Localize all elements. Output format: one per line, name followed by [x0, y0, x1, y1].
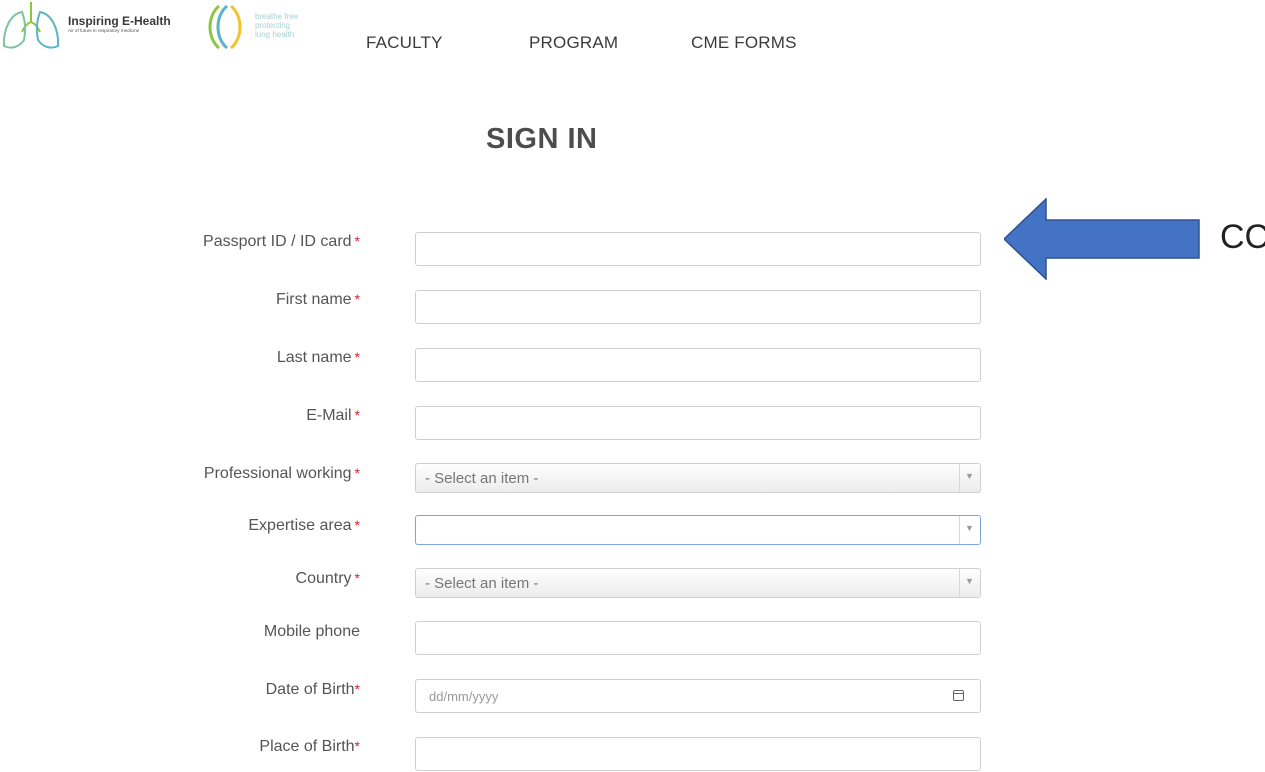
label-email: E-Mail *	[306, 407, 360, 424]
first-name-input[interactable]	[415, 290, 981, 324]
expertise-area-select[interactable]: ▼	[415, 515, 981, 545]
mobile-phone-input[interactable]	[415, 621, 981, 655]
country-select[interactable]: - Select an item - ▼	[415, 568, 981, 598]
chevron-down-icon: ▼	[965, 523, 974, 533]
nav-program[interactable]: PROGRAM	[529, 33, 618, 53]
date-of-birth-input[interactable]: dd/mm/yyyy	[415, 679, 981, 713]
brand[interactable]: Inspiring E-Health Air of future in resp…	[68, 15, 171, 34]
brand-tagline: Air of future in respiratory medicine	[68, 28, 140, 33]
nav-faculty[interactable]: FACULTY	[366, 33, 443, 53]
nav-cme-forms[interactable]: CME FORMS	[691, 33, 797, 53]
partner-text: breathe free protecting lung health	[255, 12, 299, 39]
chevron-down-icon: ▼	[965, 576, 974, 586]
professional-working-value: - Select an item -	[425, 470, 539, 487]
date-placeholder: dd/mm/yyyy	[429, 689, 499, 704]
lungs-logo-icon	[2, 2, 60, 49]
label-place-of-birth: Place of Birth*	[259, 738, 360, 755]
partner-logo-icon	[208, 4, 242, 50]
dropdown-arrow[interactable]: ▼	[959, 464, 980, 492]
professional-working-select[interactable]: - Select an item - ▼	[415, 463, 981, 493]
label-last-name: Last name *	[276, 349, 360, 366]
label-date-of-birth: Date of Birth*	[265, 681, 360, 698]
email-input[interactable]	[415, 406, 981, 440]
label-expertise-area: Expertise area *	[248, 517, 360, 534]
page-title: SIGN IN	[486, 123, 598, 155]
dropdown-arrow[interactable]: ▼	[959, 569, 980, 597]
label-professional-working: Professional working *	[203, 465, 360, 482]
label-mobile-phone: Mobile phone	[263, 623, 360, 640]
brand-name: Inspiring E-Health	[68, 14, 171, 28]
label-passport-id: Passport ID / ID card *	[203, 233, 360, 250]
passport-id-input[interactable]	[415, 232, 981, 266]
dropdown-arrow[interactable]: ▼	[959, 516, 980, 544]
label-first-name: First name *	[275, 291, 360, 308]
country-value: - Select an item -	[425, 575, 539, 592]
annotation-label: CC	[1220, 218, 1265, 256]
calendar-icon[interactable]	[953, 690, 964, 701]
chevron-down-icon: ▼	[965, 471, 974, 481]
label-country: Country *	[295, 570, 360, 587]
place-of-birth-input[interactable]	[415, 737, 981, 771]
annotation-arrow-icon	[1004, 198, 1200, 280]
last-name-input[interactable]	[415, 348, 981, 382]
